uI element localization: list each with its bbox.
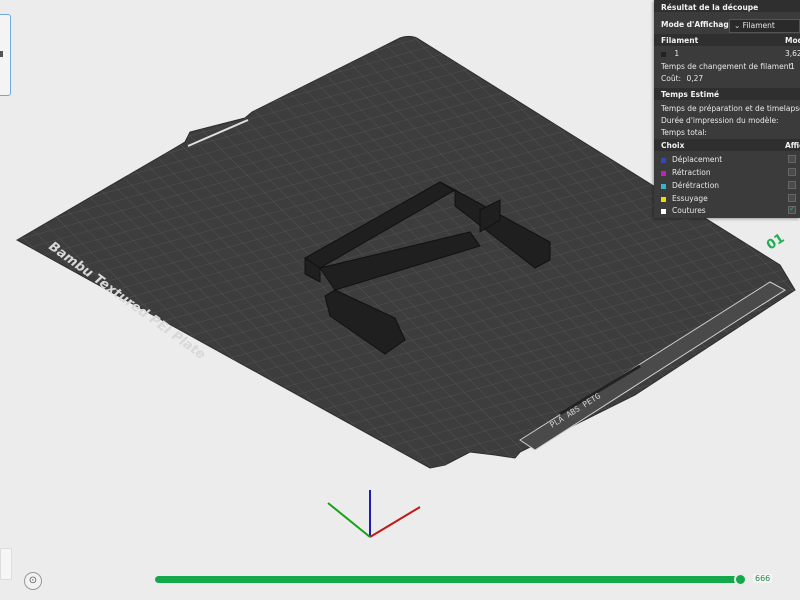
- list-item-retraction: Rétraction: [661, 168, 711, 177]
- view-cube[interactable]: [0, 548, 12, 580]
- chevron-down-icon: ⌄: [734, 21, 743, 30]
- total-time-label: Temps total:: [661, 128, 707, 137]
- choice-header: Choix: [661, 141, 685, 150]
- wipe-label: Essuyage: [672, 194, 708, 203]
- filament-change-time-label: Temps de changement de filament:: [661, 62, 794, 71]
- retraction-visibility-checkbox[interactable]: [788, 168, 796, 176]
- travel-visibility-checkbox[interactable]: [788, 155, 796, 163]
- prep-time-label: Temps de préparation et de timelapse:: [661, 104, 800, 113]
- cost-row: Coût: 0,27: [661, 74, 703, 83]
- seams-color-swatch: [661, 208, 666, 214]
- view-mode-label: Mode d'Affichage: [661, 20, 734, 29]
- travel-label: Déplacement: [672, 155, 723, 164]
- estimated-time-header: Temps Estimé: [661, 90, 720, 99]
- panel-title: Résultat de la découpe: [661, 3, 759, 12]
- layer-slider-track[interactable]: [155, 576, 743, 583]
- layer-slider-thumb[interactable]: [734, 573, 747, 586]
- print-duration-label: Durée d'impression du modèle:: [661, 116, 779, 125]
- retraction-color-swatch: [661, 170, 666, 176]
- recenter-view-icon[interactable]: ⊙: [24, 572, 42, 590]
- deretraction-visibility-checkbox[interactable]: [788, 181, 796, 189]
- deretraction-color-swatch: [661, 183, 666, 189]
- plate-number: 01: [764, 231, 787, 253]
- axis-gizmo: [327, 490, 421, 538]
- cost-label: Coût:: [661, 74, 682, 83]
- view-mode-value: Filament: [742, 21, 775, 30]
- filament-header: Filament: [661, 36, 699, 45]
- filament-header-right: Mod: [785, 36, 800, 45]
- left-side-tab[interactable]: [0, 14, 11, 96]
- filament-row: 1: [661, 49, 679, 58]
- seams-label: Coutures: [672, 206, 706, 215]
- filament-change-time-value: 1: [790, 62, 795, 71]
- cost-value: 0,27: [686, 74, 704, 83]
- deretraction-label: Dérétraction: [672, 181, 720, 190]
- list-item-travel: Déplacement: [661, 155, 722, 164]
- wipe-color-swatch: [661, 196, 666, 202]
- wipe-visibility-checkbox[interactable]: [788, 194, 796, 202]
- list-item-wipe: Essuyage: [661, 194, 708, 203]
- slice-result-panel: Résultat de la découpe Mode d'Affichage …: [654, 0, 800, 218]
- retraction-label: Rétraction: [672, 168, 711, 177]
- list-item-seams: Coutures: [661, 206, 706, 215]
- view-mode-dropdown[interactable]: ⌄ Filament: [729, 19, 800, 33]
- list-item-deretraction: Dérétraction: [661, 181, 719, 190]
- filament-color-swatch: [661, 51, 666, 57]
- filament-value: 3,62: [785, 49, 800, 58]
- travel-color-swatch: [661, 157, 666, 163]
- seams-visibility-checkbox[interactable]: [788, 204, 796, 214]
- tab-marker: [0, 51, 3, 57]
- current-layer-number: 666: [753, 574, 773, 583]
- display-header: Affic: [785, 141, 800, 150]
- filament-index: 1: [674, 49, 680, 58]
